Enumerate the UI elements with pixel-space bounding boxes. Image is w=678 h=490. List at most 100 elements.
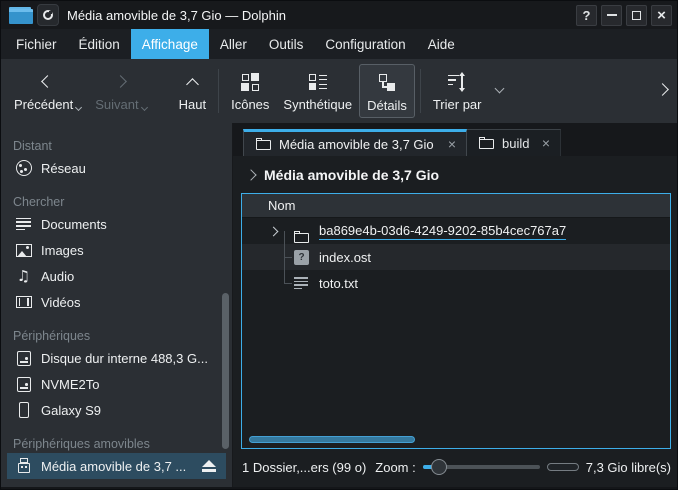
- dolphin-window: Média amovible de 3,7 Gio — Dolphin ? × …: [0, 0, 678, 490]
- tab-label: build: [502, 136, 529, 151]
- zoom-slider[interactable]: [423, 459, 540, 475]
- section-chercher: Chercher: [1, 193, 232, 211]
- close-button[interactable]: ×: [651, 5, 672, 26]
- help-icon: ?: [583, 8, 591, 23]
- chevron-left-icon: [41, 75, 54, 88]
- forward-label: Suivant: [95, 97, 138, 112]
- sidebar-item-documents[interactable]: Documents: [1, 211, 232, 237]
- file-row-index-ost[interactable]: ? index.ost: [242, 244, 670, 270]
- back-label: Précédent: [14, 97, 73, 112]
- icons-view-button[interactable]: Icônes: [224, 64, 276, 118]
- section-peripheriques-amovibles: Périphériques amovibles: [1, 435, 232, 453]
- details-view-icon: [378, 74, 396, 92]
- minimize-button[interactable]: [601, 5, 622, 26]
- image-icon: [16, 244, 32, 257]
- tab-build[interactable]: build ×: [467, 129, 561, 156]
- menu-affichage[interactable]: Affichage: [131, 29, 209, 59]
- back-button[interactable]: Précédent: [7, 64, 88, 118]
- column-header-nom[interactable]: Nom: [242, 194, 670, 218]
- expand-arrow-icon[interactable]: [269, 226, 279, 236]
- compact-view-icon: [309, 73, 327, 91]
- sidebar-item-media-amovible[interactable]: Média amovible de 3,7 ...: [7, 453, 226, 479]
- menu-aller[interactable]: Aller: [209, 29, 258, 59]
- document-icon: [16, 217, 31, 231]
- file-row-toto-txt[interactable]: toto.txt: [242, 270, 670, 296]
- forward-button[interactable]: Suivant: [88, 64, 153, 118]
- tree-line: [284, 231, 285, 257]
- tree-line: [284, 257, 292, 258]
- chevron-down-icon: [141, 104, 148, 111]
- folder-icon: [479, 137, 494, 149]
- unknown-file-icon: ?: [294, 250, 309, 265]
- tab-media-amovible[interactable]: Média amovible de 3,7 Gio ×: [243, 129, 467, 156]
- file-name[interactable]: ba869e4b-03d6-4249-9202-85b4cec767a7: [319, 223, 566, 240]
- text-file-icon: [294, 276, 308, 290]
- places-panel: Distant Réseau Chercher Documents Images…: [1, 123, 233, 487]
- sidebar-item-images[interactable]: Images: [1, 237, 232, 263]
- compact-view-label: Synthétique: [283, 97, 352, 112]
- folder-icon: [256, 138, 271, 150]
- chevron-right-icon: [656, 83, 669, 96]
- sidebar-item-nvme2to[interactable]: NVME2To: [1, 371, 232, 397]
- sidebar-item-audio[interactable]: ♫ Audio: [1, 263, 232, 289]
- menu-configuration[interactable]: Configuration: [314, 29, 416, 59]
- eject-button[interactable]: [200, 460, 218, 472]
- audio-icon: ♫: [17, 269, 30, 283]
- chevron-right-icon: [115, 75, 128, 88]
- menu-outils[interactable]: Outils: [258, 29, 315, 59]
- sidebar-item-videos[interactable]: Vidéos: [1, 289, 232, 315]
- tab-close-icon[interactable]: ×: [448, 137, 456, 151]
- slider-handle[interactable]: [431, 459, 447, 475]
- section-distant: Distant: [1, 137, 232, 155]
- zoom-label: Zoom :: [375, 460, 415, 475]
- window-title: Média amovible de 3,7 Gio — Dolphin: [67, 8, 286, 23]
- sort-by-label: Trier par: [433, 97, 482, 112]
- toolbar-overflow-button[interactable]: [658, 81, 667, 99]
- free-space-bar: [547, 463, 579, 471]
- window-menu-button[interactable]: [37, 4, 59, 26]
- sort-by-button[interactable]: Trier par: [426, 64, 489, 118]
- breadcrumb-location[interactable]: Média amovible de 3,7 Gio: [264, 167, 439, 183]
- sidebar-item-reseau[interactable]: Réseau: [1, 155, 232, 181]
- file-view: Nom ba869e4b-03d6-4249-9202-85b4cec767a7…: [241, 193, 671, 449]
- usb-icon: [18, 458, 30, 474]
- up-button[interactable]: Haut: [172, 64, 213, 118]
- tab-label: Média amovible de 3,7 Gio: [279, 137, 434, 152]
- help-button[interactable]: ?: [576, 5, 597, 26]
- tree-line: [284, 283, 292, 284]
- sidebar-scrollbar[interactable]: [222, 293, 229, 449]
- chevron-right-icon[interactable]: [245, 169, 256, 180]
- details-view-button[interactable]: Détails: [359, 64, 415, 118]
- minimize-icon: [607, 14, 617, 16]
- chevron-down-icon: [75, 104, 82, 111]
- toolbar: Précédent Suivant Haut Icônes: [1, 59, 677, 123]
- window-controls: ? ×: [576, 5, 672, 26]
- file-name[interactable]: index.ost: [319, 250, 371, 265]
- network-icon: [16, 160, 32, 176]
- menubar: Fichier Édition Affichage Aller Outils C…: [1, 29, 677, 59]
- section-peripheriques: Périphériques: [1, 327, 232, 345]
- tab-bar: Média amovible de 3,7 Gio × build ×: [233, 123, 677, 156]
- maximize-button[interactable]: [626, 5, 647, 26]
- file-name[interactable]: toto.txt: [319, 276, 358, 291]
- details-view-label: Détails: [367, 98, 407, 113]
- titlebar: Média amovible de 3,7 Gio — Dolphin ? ×: [1, 1, 677, 29]
- menu-fichier[interactable]: Fichier: [5, 29, 68, 59]
- free-space-label: 7,3 Gio libre(s): [586, 460, 671, 475]
- maximize-icon: [632, 11, 641, 20]
- chevron-down-icon[interactable]: [495, 83, 505, 93]
- menu-edition[interactable]: Édition: [68, 29, 131, 59]
- sidebar-item-galaxy-s9[interactable]: Galaxy S9: [1, 397, 232, 423]
- sidebar-item-disque-interne[interactable]: Disque dur interne 488,3 G...: [1, 345, 232, 371]
- horizontal-scrollbar[interactable]: [249, 436, 415, 443]
- icons-view-icon: [241, 73, 259, 91]
- window-body: Distant Réseau Chercher Documents Images…: [1, 123, 677, 487]
- tab-close-icon[interactable]: ×: [542, 136, 550, 150]
- file-row-folder[interactable]: ba869e4b-03d6-4249-9202-85b4cec767a7: [242, 218, 670, 244]
- compact-view-button[interactable]: Synthétique: [276, 64, 359, 118]
- menu-aide[interactable]: Aide: [417, 29, 466, 59]
- sort-icon: [448, 73, 466, 91]
- statusbar: 1 Dossier,...ers (99 o) Zoom : 7,3 Gio l…: [233, 451, 677, 483]
- toolbar-separator: [218, 69, 219, 113]
- breadcrumb: Média amovible de 3,7 Gio: [233, 156, 677, 193]
